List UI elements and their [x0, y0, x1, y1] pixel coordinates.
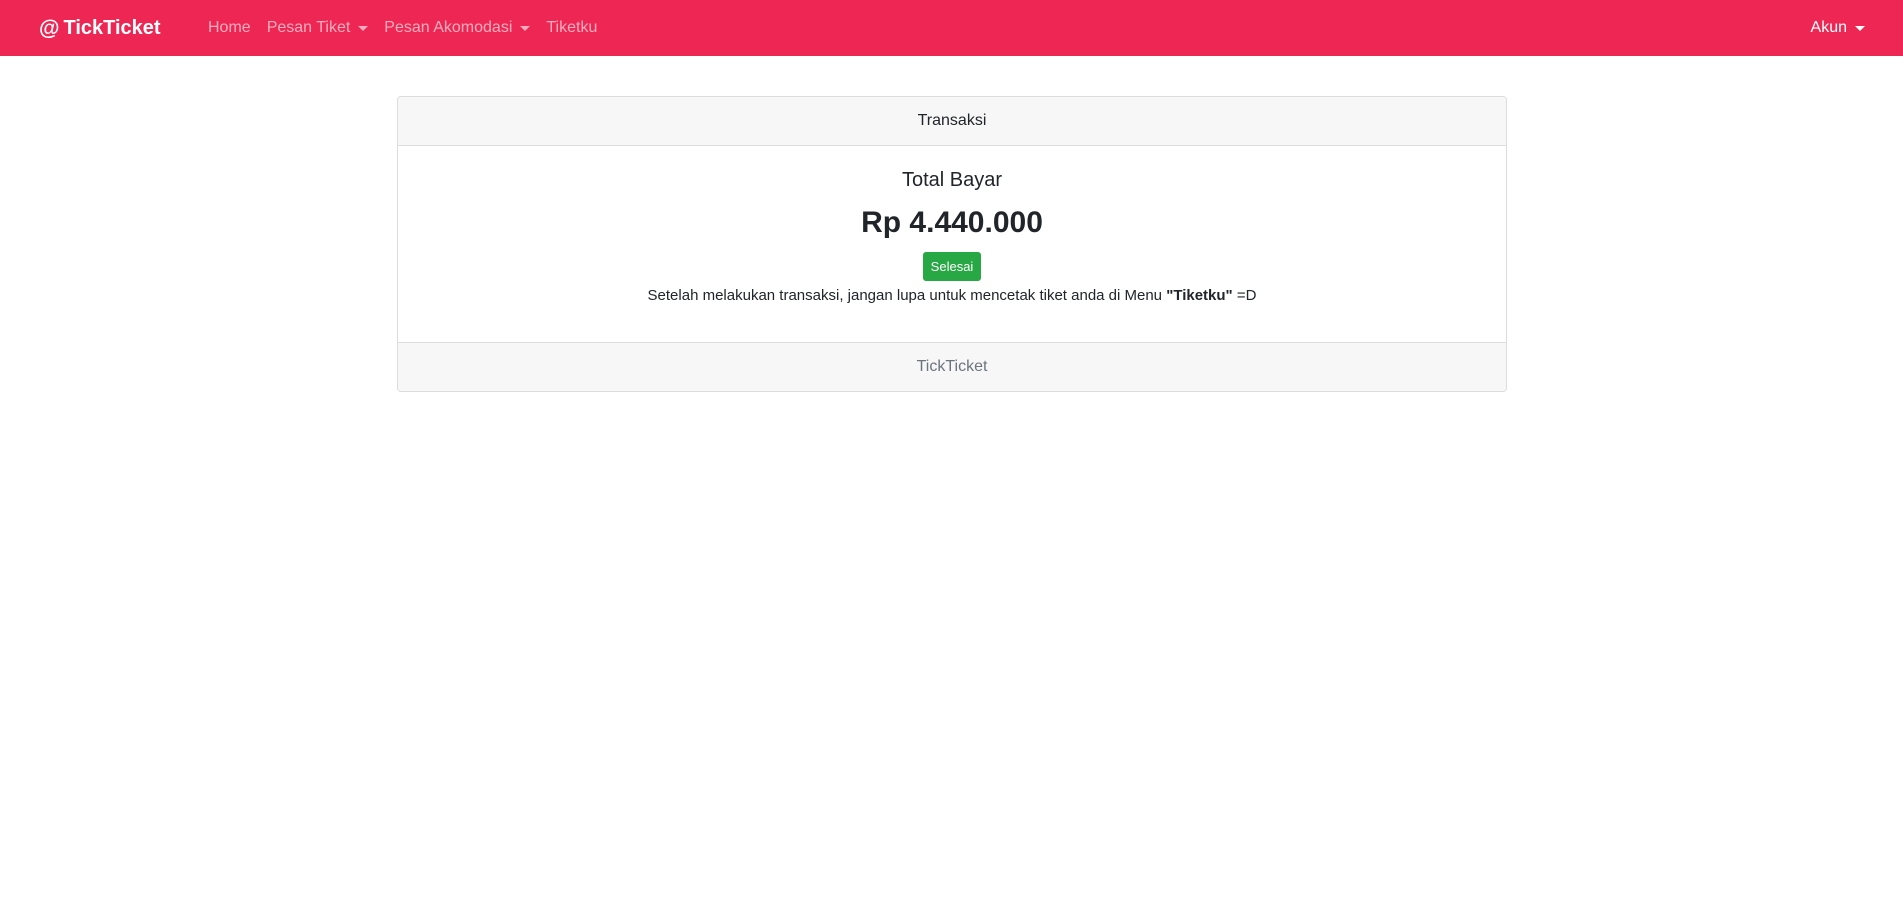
- account-label: Akun: [1810, 19, 1847, 36]
- at-sign-icon: @: [39, 16, 60, 40]
- account-dropdown[interactable]: Akun: [1803, 19, 1873, 37]
- nav-menu: Home Pesan Tiket Pesan Akomodasi Tiketku: [200, 0, 605, 56]
- top-navbar: @ TickTicket Home Pesan Tiket Pesan Akom…: [0, 0, 1903, 56]
- nav-item-pesan-tiket[interactable]: Pesan Tiket: [259, 19, 377, 37]
- nav-right: Akun: [1803, 0, 1873, 56]
- total-amount: Rp 4.440.000: [861, 206, 1043, 239]
- caret-down-icon: [358, 25, 369, 31]
- nav-item-label: Home: [208, 19, 251, 36]
- nav-item-pesan-akomodasi[interactable]: Pesan Akomodasi: [376, 19, 538, 37]
- caret-down-icon: [520, 25, 531, 31]
- card-footer: TickTicket: [398, 342, 1506, 391]
- note-prefix: Setelah melakukan transaksi, jangan lupa…: [647, 287, 1167, 304]
- transaction-note: Setelah melakukan transaksi, jangan lupa…: [398, 286, 1506, 306]
- note-highlight: "Tiketku": [1166, 287, 1233, 304]
- card-header: Transaksi: [398, 97, 1506, 146]
- caret-down-icon: [1855, 25, 1865, 31]
- card-body: Total Bayar Rp 4.440.000 Selesai Setelah…: [398, 146, 1506, 342]
- note-suffix: =D: [1232, 287, 1257, 304]
- transaction-card: Transaksi Total Bayar Rp 4.440.000 Seles…: [397, 96, 1507, 392]
- total-label: Total Bayar: [901, 169, 1003, 191]
- nav-item-label: Pesan Tiket: [266, 19, 351, 36]
- brand-link[interactable]: @ TickTicket: [39, 0, 161, 56]
- nav-item-home[interactable]: Home: [200, 19, 259, 37]
- nav-item-tiketku[interactable]: Tiketku: [538, 19, 605, 37]
- brand-name: TickTicket: [63, 16, 161, 39]
- nav-item-label: Pesan Akomodasi: [384, 19, 513, 36]
- selesai-button[interactable]: Selesai: [922, 252, 982, 281]
- nav-item-label: Tiketku: [546, 19, 598, 36]
